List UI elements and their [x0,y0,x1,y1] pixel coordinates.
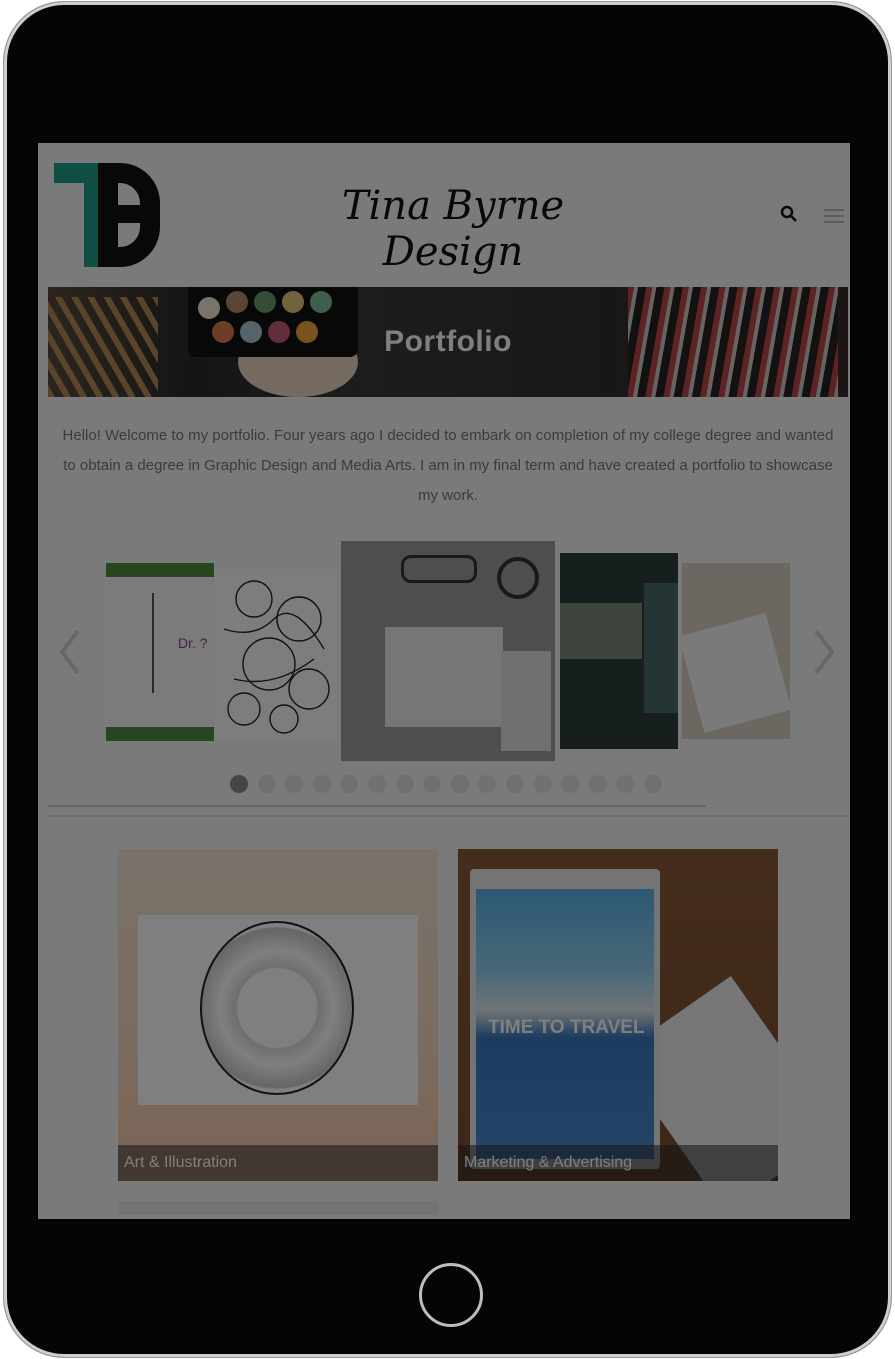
chevron-left-icon[interactable] [56,627,84,677]
chevron-right-icon[interactable] [810,627,838,677]
carousel-dot[interactable] [423,775,442,793]
category-tile-art[interactable]: Art & Illustration [118,849,438,1181]
carousel-dot[interactable] [533,775,552,793]
site-title[interactable]: Tina Byrne Design [278,183,628,275]
illustration-image [200,921,354,1095]
intro-text: Hello! Welcome to my portfolio. Four yea… [62,427,834,504]
next-row-tile[interactable] [118,1201,438,1215]
carousel-dot[interactable] [616,775,635,793]
portfolio-banner: Portfolio [48,287,848,397]
carousel-dot[interactable] [312,775,331,793]
screen: Tina Byrne Design Portfolio Hello! Welco… [38,143,850,1219]
carousel-slide[interactable] [560,553,678,749]
carousel-dot[interactable] [450,775,469,793]
site-logo[interactable] [54,159,164,269]
carousel-dot[interactable] [505,775,524,793]
divider [48,805,706,807]
carousel-dot[interactable] [561,775,580,793]
carousel-dot[interactable] [340,775,359,793]
carousel-slide[interactable] [341,541,555,761]
carousel-dot[interactable] [395,775,414,793]
poster-title: TIME TO TRAVEL [488,1017,645,1038]
carousel-dot[interactable] [285,775,304,793]
carousel-dot[interactable] [257,775,276,793]
tile-label: Art & Illustration [118,1145,438,1181]
portfolio-carousel[interactable]: Dr. ? [38,541,850,771]
slide-title: Dr. ? [178,635,208,651]
hamburger-menu-icon[interactable] [824,209,844,223]
carousel-dot[interactable] [478,775,497,793]
carousel-dot[interactable] [643,775,662,793]
carousel-pagination[interactable] [230,775,672,795]
carousel-dot[interactable] [588,775,607,793]
carousel-dot[interactable] [230,775,248,793]
carousel-slide[interactable]: Dr. ? [106,563,214,741]
banner-title: Portfolio [384,325,512,358]
divider [48,815,848,817]
carousel-dot[interactable] [367,775,386,793]
carousel-slide[interactable] [214,569,338,741]
carousel-slide[interactable] [682,563,790,739]
tile-label: Marketing & Advertising [458,1145,778,1181]
category-tile-marketing[interactable]: TIME TO TRAVEL Marketing & Advertising [458,849,778,1181]
search-icon[interactable] [780,205,798,223]
home-button[interactable] [419,1263,483,1327]
